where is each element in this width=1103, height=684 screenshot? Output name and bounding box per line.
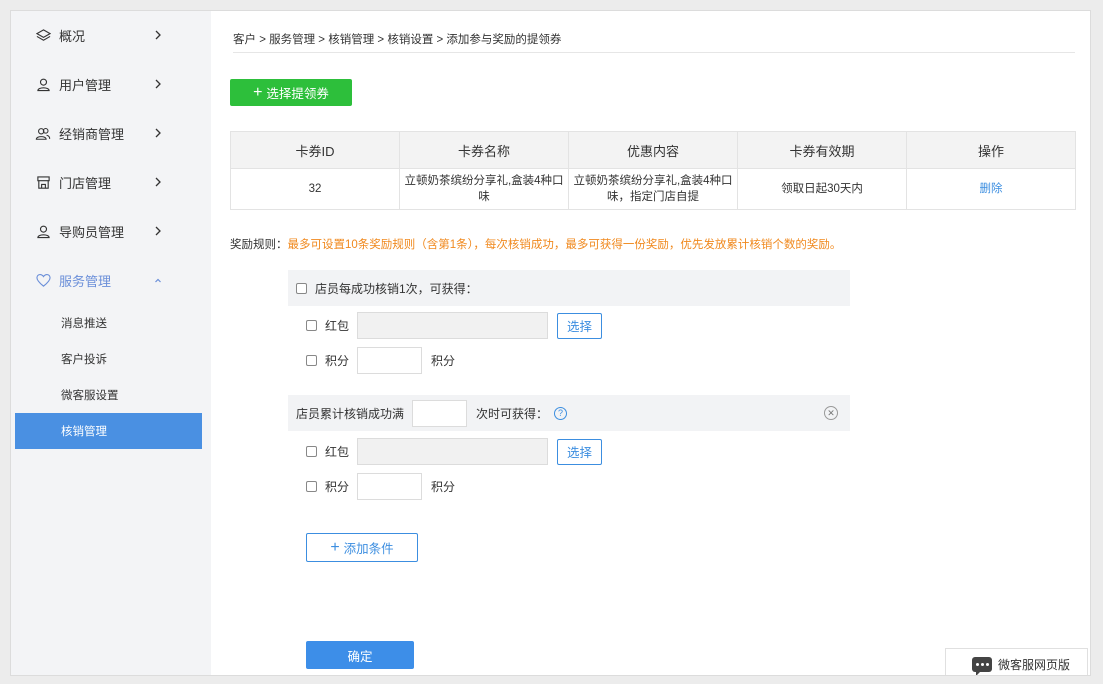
wechat-service-web-label: 微客服网页版 xyxy=(998,657,1071,672)
rule2-redpacket-row: 红包 选择 xyxy=(306,438,602,465)
rule2-redpacket-checkbox[interactable] xyxy=(306,446,317,457)
coupon-action-cell: 删除 xyxy=(906,168,1076,210)
sidebar-item-users[interactable]: 用户管理 xyxy=(11,60,203,109)
sidebar-item-label: 经销商管理 xyxy=(59,127,125,142)
sidebar-item-label: 用户管理 xyxy=(59,78,112,93)
sidebar-subitem-label: 客户投诉 xyxy=(61,354,107,366)
sidebar-subitem-wechat-service[interactable]: 微客服设置 xyxy=(11,377,203,413)
chat-icon xyxy=(972,656,992,675)
users-icon xyxy=(35,126,51,142)
help-icon[interactable]: ? xyxy=(554,406,568,420)
store-icon xyxy=(35,175,51,191)
add-condition-label: 添加条件 xyxy=(343,542,394,556)
rule1-redpacket-row: 红包 选择 xyxy=(306,312,602,339)
rule2-header: 店员累计核销成功满 次时可获得： ? ✕ xyxy=(288,395,850,431)
rule1-points-checkbox[interactable] xyxy=(306,355,317,366)
table-row: 32 立顿奶茶缤纷分享礼,盒装4种口味 立顿奶茶缤纷分享礼,盒装4种口味，指定门… xyxy=(230,168,1076,210)
sidebar-subitem-label: 核销管理 xyxy=(61,426,107,438)
plus-icon: + xyxy=(253,83,263,101)
rule1-points-input[interactable] xyxy=(357,347,422,374)
rule1-checkbox[interactable] xyxy=(296,282,307,294)
plus-icon: + xyxy=(330,538,340,556)
sidebar-item-service[interactable]: 服务管理 xyxy=(11,256,203,305)
rule2-title-suffix: 次时可获得： xyxy=(476,406,549,421)
rule1-points-unit: 积分 xyxy=(431,354,456,368)
rule2-points-row: 积分 积分 xyxy=(306,473,455,500)
coupon-table: 卡券ID 卡券名称 优惠内容 卡券有效期 操作 32 立顿奶茶缤纷分享礼,盒装4… xyxy=(230,131,1076,210)
rule1-points-label: 积分 xyxy=(325,354,350,368)
column-header: 卡券ID xyxy=(230,131,400,169)
column-header: 优惠内容 xyxy=(568,131,738,169)
sidebar-item-guides[interactable]: 导购员管理 xyxy=(11,207,203,256)
reward-rule-label: 奖励规则： xyxy=(230,239,288,251)
sidebar-item-overview[interactable]: 概况 xyxy=(11,11,203,60)
wechat-service-web-button[interactable]: 微客服网页版 xyxy=(945,648,1088,675)
sidebar-subitem-verification[interactable]: 核销管理 xyxy=(15,413,202,449)
layers-icon xyxy=(35,28,51,44)
add-condition-button[interactable]: + 添加条件 xyxy=(306,533,418,562)
rule1-header: 店员每成功核销1次，可获得： xyxy=(288,270,850,306)
heart-icon xyxy=(35,273,51,289)
coupon-id: 32 xyxy=(230,168,400,210)
sidebar-subitem-complaints[interactable]: 客户投诉 xyxy=(11,341,203,377)
rule1-redpacket-checkbox[interactable] xyxy=(306,320,317,331)
column-header: 卡券名称 xyxy=(399,131,569,169)
sidebar-item-stores[interactable]: 门店管理 xyxy=(11,158,203,207)
coupon-validity: 领取日起30天内 xyxy=(737,168,907,210)
rule2-title-prefix: 店员累计核销成功满 xyxy=(296,406,405,421)
sidebar-subitem-label: 消息推送 xyxy=(61,318,107,330)
coupon-name: 立顿奶茶缤纷分享礼,盒装4种口味 xyxy=(399,168,569,210)
rule2-count-input[interactable] xyxy=(412,399,468,427)
divider xyxy=(233,52,1075,53)
sidebar-item-label: 服务管理 xyxy=(59,274,112,289)
sidebar-item-label: 导购员管理 xyxy=(59,225,125,240)
column-header: 操作 xyxy=(906,131,1076,169)
rule2-points-label: 积分 xyxy=(325,480,350,494)
sidebar-subitem-message-push[interactable]: 消息推送 xyxy=(11,305,203,341)
rule1-select-button[interactable]: 选择 xyxy=(557,312,602,339)
rule1-title: 店员每成功核销1次，可获得： xyxy=(315,281,478,296)
chevron-right-icon xyxy=(155,128,161,138)
chevron-right-icon xyxy=(155,79,161,89)
close-icon[interactable]: ✕ xyxy=(824,406,838,420)
app-window: 概况 用户管理 经销商管理 门店管理 导购员管理 服务管理 消息推送 客户投诉 … xyxy=(10,10,1091,676)
column-header: 卡券有效期 xyxy=(737,131,907,169)
sidebar-item-label: 概况 xyxy=(59,29,86,44)
reward-rule-text: 最多可设置10条奖励规则（含第1条），每次核销成功，最多可获得一份奖励，优先发放… xyxy=(287,239,842,251)
chevron-up-icon xyxy=(155,278,161,283)
user-icon xyxy=(35,224,51,240)
chevron-right-icon xyxy=(155,30,161,40)
delete-link[interactable]: 删除 xyxy=(980,183,1003,195)
coupon-discount: 立顿奶茶缤纷分享礼,盒装4种口味，指定门店自提 xyxy=(568,168,738,210)
sidebar-item-dealers[interactable]: 经销商管理 xyxy=(11,109,203,158)
chevron-right-icon xyxy=(155,226,161,236)
sidebar-subitem-label: 微客服设置 xyxy=(61,390,119,402)
rule2-points-input[interactable] xyxy=(357,473,422,500)
rule1-points-row: 积分 积分 xyxy=(306,347,455,374)
select-coupon-label: 选择提领券 xyxy=(266,87,329,101)
table-header-row: 卡券ID 卡券名称 优惠内容 卡券有效期 操作 xyxy=(230,131,1076,169)
rule2-points-unit: 积分 xyxy=(431,480,456,494)
main-content: 客户 > 服务管理 > 核销管理 > 核销设置 > 添加参与奖励的提领券 + 选… xyxy=(211,11,1090,675)
breadcrumb: 客户 > 服务管理 > 核销管理 > 核销设置 > 添加参与奖励的提领券 xyxy=(233,34,562,46)
rule2-redpacket-label: 红包 xyxy=(325,445,350,459)
rule2-select-button[interactable]: 选择 xyxy=(557,438,602,465)
chevron-right-icon xyxy=(155,177,161,187)
sidebar-item-label: 门店管理 xyxy=(59,176,112,191)
rule1-redpacket-input[interactable] xyxy=(357,312,548,339)
confirm-button[interactable]: 确定 xyxy=(306,641,414,669)
reward-rule: 奖励规则：最多可设置10条奖励规则（含第1条），每次核销成功，最多可获得一份奖励… xyxy=(230,236,841,252)
user-icon xyxy=(35,77,51,93)
select-coupon-button[interactable]: + 选择提领券 xyxy=(230,79,352,106)
rule1-redpacket-label: 红包 xyxy=(325,319,350,333)
rule2-points-checkbox[interactable] xyxy=(306,481,317,492)
rule2-redpacket-input[interactable] xyxy=(357,438,548,465)
sidebar: 概况 用户管理 经销商管理 门店管理 导购员管理 服务管理 消息推送 客户投诉 … xyxy=(11,11,203,675)
